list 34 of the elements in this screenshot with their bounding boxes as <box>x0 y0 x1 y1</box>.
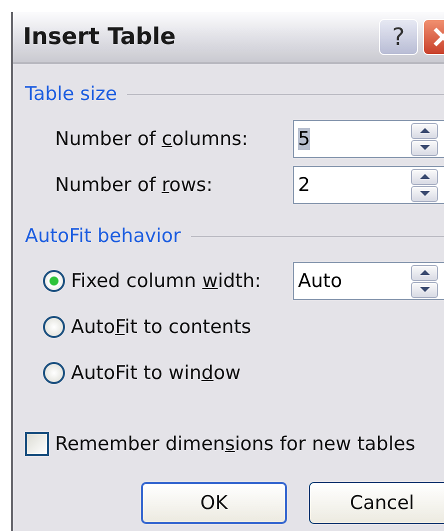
spin-field[interactable]: 5 <box>293 120 444 158</box>
down-arrow-icon <box>418 286 430 293</box>
radio-label: AutoFit to contents <box>71 316 252 338</box>
up-arrow-icon <box>418 173 430 180</box>
radio-label: AutoFit to window <box>71 362 241 384</box>
cancel-button[interactable]: Cancel <box>309 482 444 524</box>
ok-button[interactable]: OK <box>141 482 287 524</box>
checkbox[interactable] <box>25 432 49 456</box>
up-arrow-icon <box>418 127 430 134</box>
window-title: Insert Table <box>23 24 177 50</box>
spin-field[interactable]: Auto <box>293 262 444 300</box>
group-title: AutoFit behavior <box>25 225 181 247</box>
group-title: Table size <box>25 83 118 105</box>
decrement-button[interactable] <box>411 282 438 298</box>
increment-button[interactable] <box>411 122 438 138</box>
spin-field[interactable]: 2 <box>293 166 444 204</box>
field-value: 2 <box>298 174 310 196</box>
radio-label: Fixed column width: <box>71 270 262 292</box>
decrement-button[interactable] <box>411 186 438 202</box>
decrement-button[interactable] <box>411 140 438 156</box>
field-label: Number of columns: <box>55 128 249 150</box>
field-value: 5 <box>298 128 310 150</box>
radio-button[interactable] <box>43 270 65 292</box>
help-button[interactable]: ? <box>379 19 418 55</box>
increment-button[interactable] <box>411 264 438 280</box>
down-arrow-icon <box>418 190 430 197</box>
field-label: Number of rows: <box>55 174 214 196</box>
increment-button[interactable] <box>411 168 438 184</box>
checkbox-label: Remember dimensions for new tables <box>55 433 416 455</box>
up-arrow-icon <box>418 269 430 276</box>
down-arrow-icon <box>418 144 430 151</box>
field-value: Auto <box>298 270 342 292</box>
radio-button[interactable] <box>43 316 65 338</box>
radio-button[interactable] <box>43 362 65 384</box>
